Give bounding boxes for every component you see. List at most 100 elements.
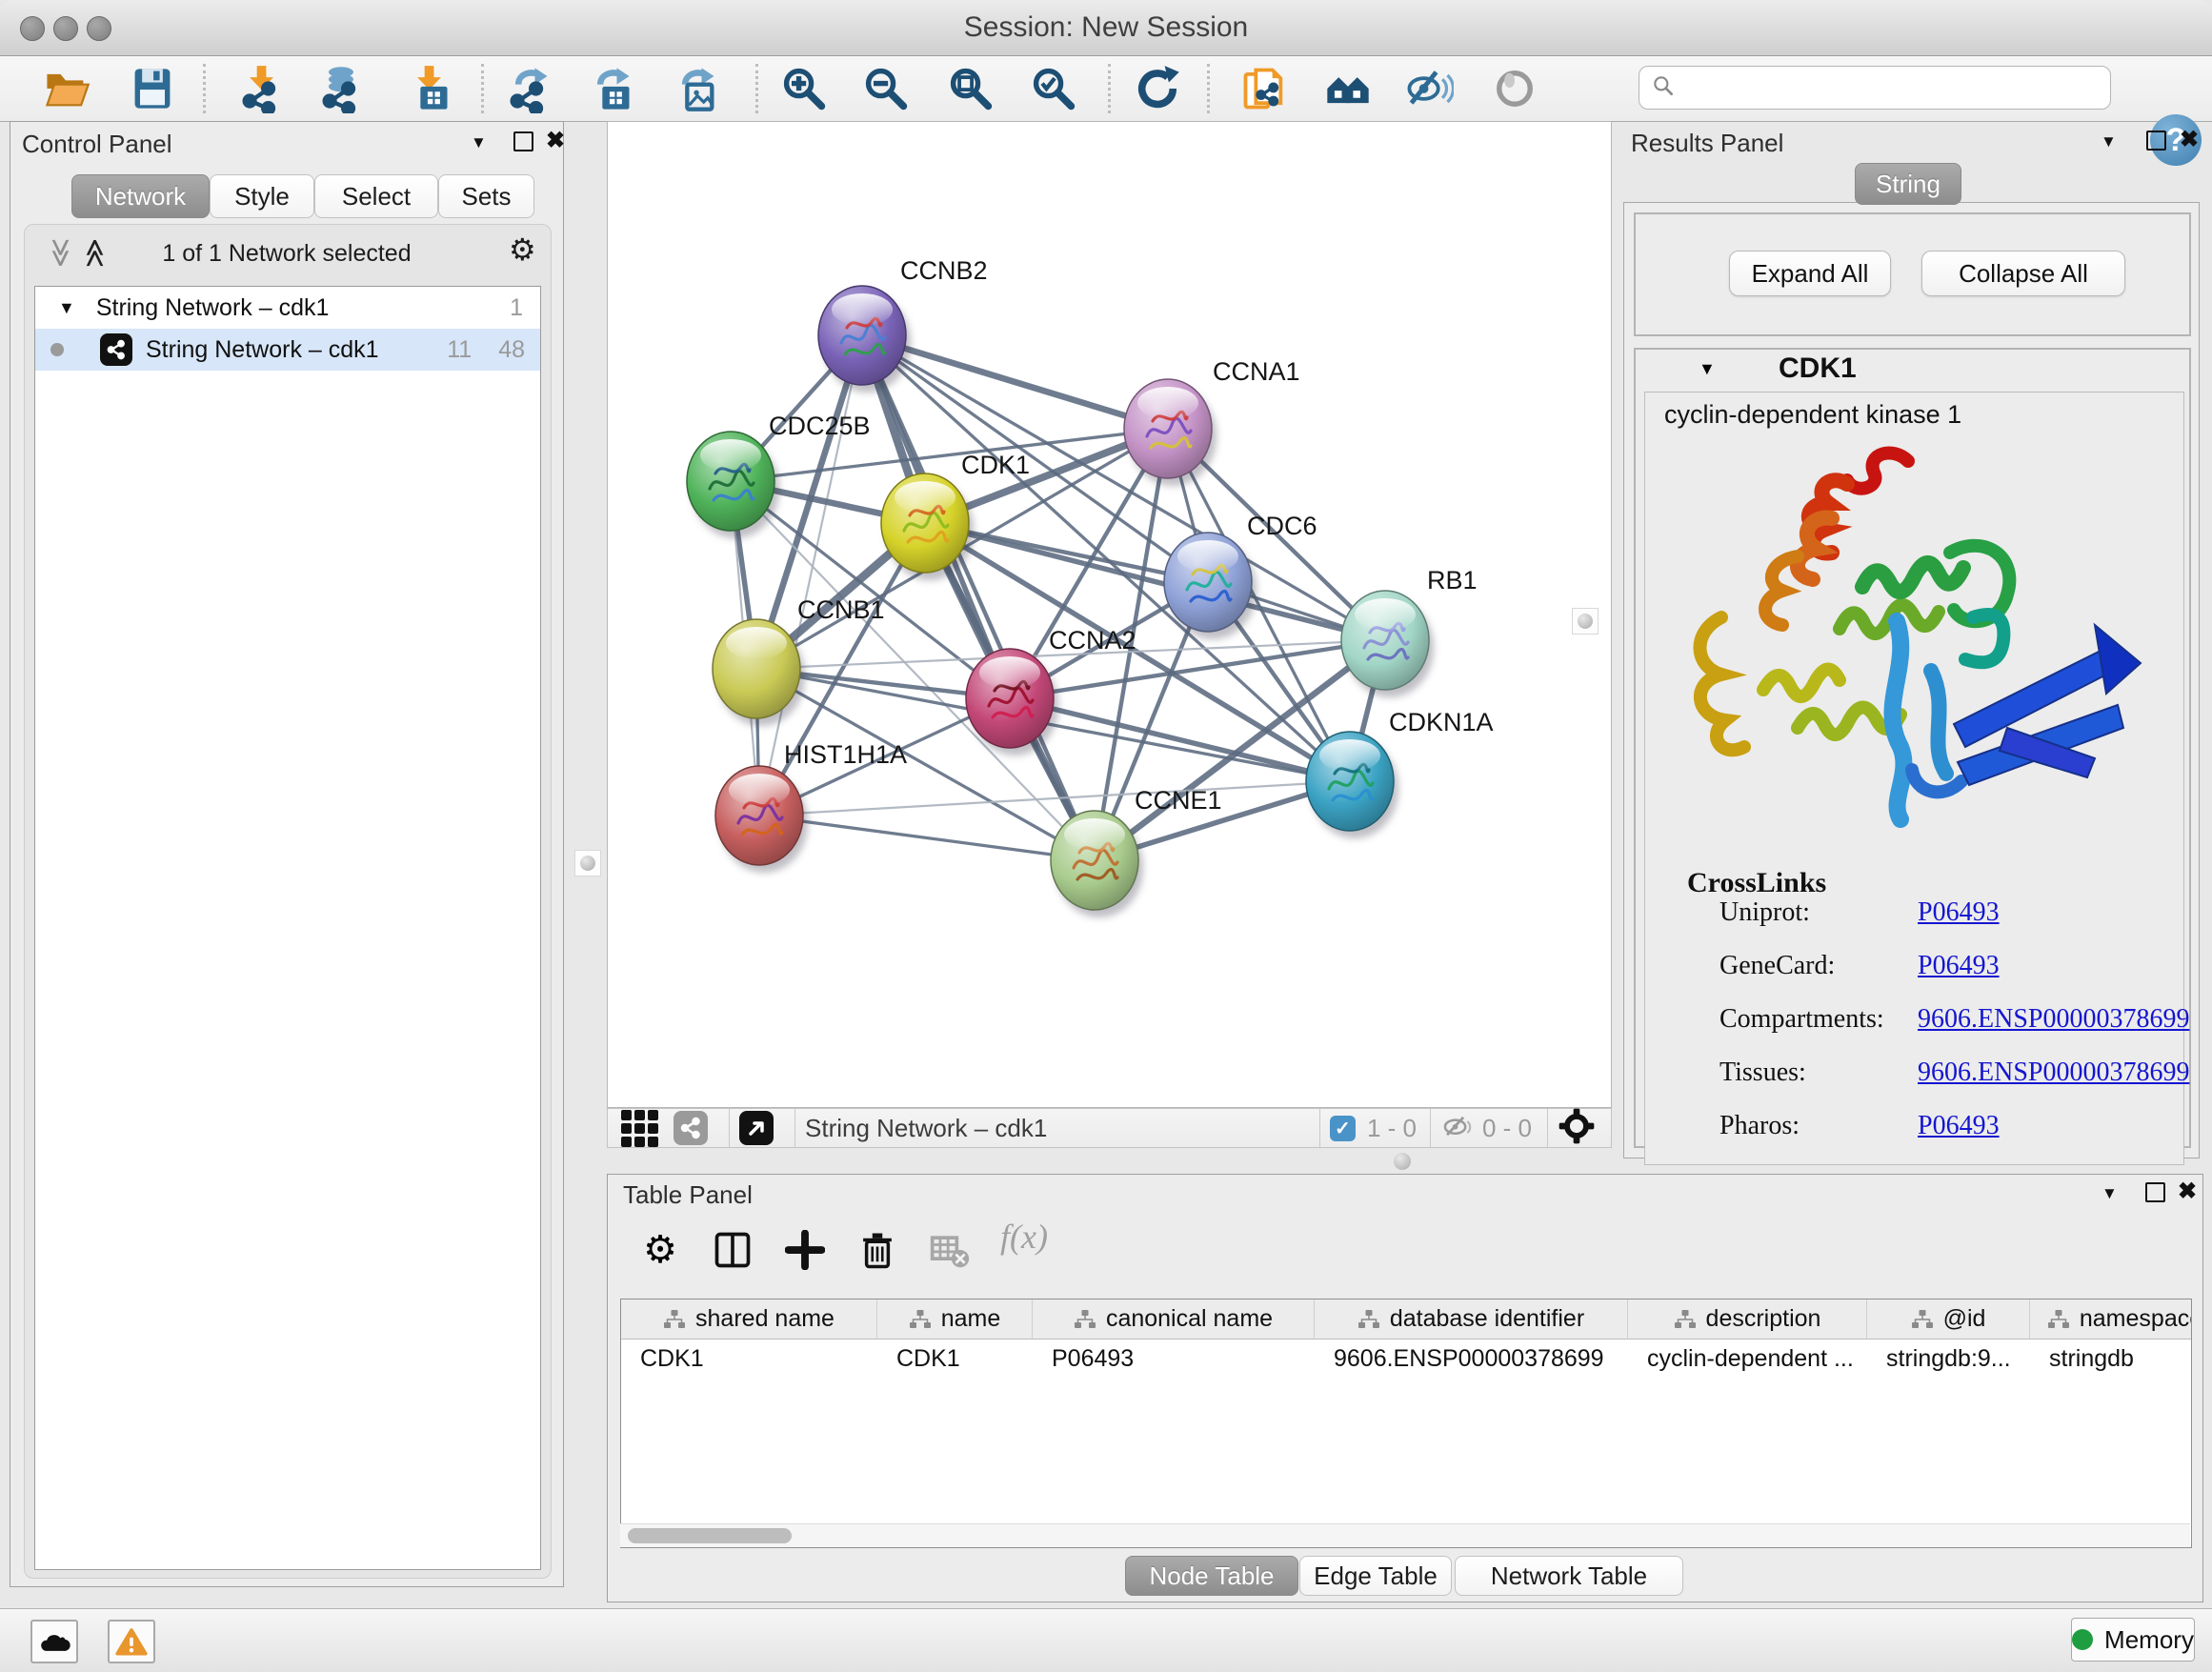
- network-view-canvas[interactable]: CCNB2CCNA1CDC25BCDK1CDC6RB1CCNB1CCNA2CDK…: [607, 121, 1612, 1108]
- cloud-status-button[interactable]: [30, 1620, 78, 1663]
- table-cell[interactable]: CDK1: [877, 1340, 1033, 1378]
- table-cell[interactable]: 9606.ENSP00000378699: [1315, 1340, 1628, 1378]
- column-header-databaseidentifier[interactable]: database identifier: [1315, 1299, 1628, 1340]
- zoom-selected-icon[interactable]: [1027, 62, 1080, 115]
- delete-table-icon[interactable]: [924, 1224, 975, 1276]
- export-network-icon[interactable]: [502, 62, 555, 115]
- crosslink-link[interactable]: 9606.ENSP00000378699: [1918, 1004, 2189, 1035]
- crosslink-link[interactable]: P06493: [1918, 897, 2000, 928]
- delete-columns-trash-icon[interactable]: [852, 1224, 903, 1276]
- tab-select[interactable]: Select: [314, 174, 438, 218]
- results-panel-title: Results Panel: [1631, 129, 1783, 158]
- refresh-icon[interactable]: [1131, 62, 1184, 115]
- network-node-RB1[interactable]: [1341, 591, 1434, 697]
- fit-content-crosshair-icon[interactable]: [1558, 1107, 1596, 1150]
- crosslink-link[interactable]: 9606.ENSP00000378699: [1918, 1058, 2189, 1088]
- table-horizontal-scrollbar[interactable]: [620, 1523, 2190, 1547]
- column-header-namespace[interactable]: namespace: [2030, 1299, 2192, 1340]
- network-edge[interactable]: [862, 335, 1095, 860]
- table-cell[interactable]: stringdb:9...: [1867, 1340, 2030, 1378]
- horizontal-splitter-handle[interactable]: [1394, 1153, 1411, 1170]
- export-image-icon[interactable]: [669, 62, 722, 115]
- float-panel-icon[interactable]: [2146, 131, 2166, 151]
- hide-graphics-icon[interactable]: [1402, 62, 1456, 115]
- zoom-out-icon[interactable]: [859, 62, 913, 115]
- network-node-CDKN1A[interactable]: [1306, 732, 1398, 838]
- node-table[interactable]: shared namenamecanonical namedatabase id…: [620, 1299, 2192, 1548]
- string-network-badge-icon[interactable]: [674, 1111, 708, 1145]
- tab-network-table[interactable]: Network Table: [1455, 1556, 1683, 1596]
- tab-sets[interactable]: Sets: [438, 174, 534, 218]
- apply-function-button[interactable]: f(x): [1000, 1217, 1048, 1257]
- create-column-plus-icon[interactable]: [779, 1224, 831, 1276]
- close-panel-icon[interactable]: ✖: [2180, 129, 2199, 151]
- column-header-name[interactable]: name: [877, 1299, 1033, 1340]
- crosslink-link[interactable]: P06493: [1918, 1111, 2000, 1141]
- tab-edge-table[interactable]: Edge Table: [1299, 1556, 1452, 1596]
- table-cell[interactable]: stringdb: [2030, 1340, 2192, 1378]
- open-folder-icon[interactable]: [40, 62, 93, 115]
- panel-menu-icon[interactable]: ▼: [471, 133, 487, 152]
- import-network-icon[interactable]: [234, 62, 288, 115]
- network-node-CCNA1[interactable]: [1124, 379, 1217, 486]
- network-edge[interactable]: [759, 816, 1095, 860]
- clone-view-icon[interactable]: [1237, 62, 1291, 115]
- home-icon[interactable]: [1321, 62, 1375, 115]
- import-database-icon[interactable]: [314, 62, 368, 115]
- table-cell[interactable]: CDK1: [621, 1340, 877, 1378]
- close-panel-icon[interactable]: ✖: [2178, 1180, 2197, 1203]
- selected-checkbox-icon[interactable]: ✓: [1330, 1116, 1356, 1141]
- expand-all-button[interactable]: Expand All: [1729, 251, 1891, 296]
- export-table-icon[interactable]: [584, 62, 637, 115]
- table-options-gear-icon[interactable]: ⚙: [634, 1224, 686, 1276]
- hidden-node-edge-counts: 0 - 0: [1482, 1114, 1532, 1143]
- search-input[interactable]: [1639, 66, 2111, 110]
- panel-menu-icon[interactable]: ▼: [2101, 1184, 2118, 1203]
- birds-eye-view-icon[interactable]: [621, 1110, 658, 1147]
- show-columns-icon[interactable]: [707, 1224, 758, 1276]
- zoom-in-icon[interactable]: [777, 62, 831, 115]
- column-header-canonicalname[interactable]: canonical name: [1033, 1299, 1315, 1340]
- collapse-gene-triangle-icon[interactable]: ▼: [1699, 359, 1716, 379]
- network-options-gear-icon[interactable]: ⚙: [509, 234, 536, 265]
- table-cell[interactable]: P06493: [1033, 1340, 1315, 1378]
- panel-menu-icon[interactable]: ▼: [2101, 132, 2117, 151]
- expand-all-networks-icon[interactable]: ≫: [78, 238, 111, 268]
- memory-button[interactable]: Memory: [2071, 1618, 2195, 1662]
- network-node-CCNE1[interactable]: [1051, 811, 1143, 917]
- zoom-fit-icon[interactable]: [944, 62, 997, 115]
- table-cell[interactable]: cyclin-dependent ...: [1628, 1340, 1867, 1378]
- hidden-eye-slash-icon[interactable]: [1440, 1112, 1473, 1145]
- warnings-button[interactable]: [108, 1620, 155, 1663]
- node-label-HIST1H1A: HIST1H1A: [784, 740, 907, 769]
- network-row[interactable]: String Network – cdk1 11 48: [35, 329, 540, 371]
- network-node-CDC25B[interactable]: [687, 432, 779, 538]
- scrollbar-thumb[interactable]: [628, 1528, 792, 1543]
- tab-network[interactable]: Network: [71, 174, 210, 218]
- collapse-all-networks-icon[interactable]: ≫: [44, 238, 77, 268]
- collapse-triangle-icon[interactable]: ▼: [58, 298, 75, 318]
- column-header-sharedname[interactable]: shared name: [621, 1299, 877, 1340]
- float-panel-icon[interactable]: [513, 131, 533, 151]
- tab-style[interactable]: Style: [210, 174, 314, 218]
- network-node-HIST1H1A[interactable]: [715, 766, 808, 873]
- network-edge[interactable]: [925, 523, 1385, 640]
- crosslink-link[interactable]: P06493: [1918, 951, 2000, 981]
- network-node-CDK1[interactable]: [881, 473, 974, 580]
- close-panel-icon[interactable]: ✖: [546, 130, 565, 152]
- search-input-field[interactable]: [1683, 73, 2110, 103]
- network-collection-row[interactable]: ▼ String Network – cdk1 1: [35, 287, 540, 329]
- collapse-all-button[interactable]: Collapse All: [1921, 251, 2125, 296]
- right-splitter-handle[interactable]: [1572, 608, 1599, 635]
- left-splitter-handle[interactable]: [574, 850, 601, 876]
- float-panel-icon[interactable]: [2145, 1182, 2165, 1202]
- tab-node-table[interactable]: Node Table: [1125, 1556, 1298, 1596]
- open-in-window-icon[interactable]: [739, 1111, 774, 1145]
- network-node-CCNB2[interactable]: [818, 286, 911, 393]
- import-table-icon[interactable]: [402, 62, 455, 115]
- column-header-description[interactable]: description: [1628, 1299, 1867, 1340]
- eye-icon[interactable]: [1488, 62, 1541, 115]
- save-icon[interactable]: [126, 62, 179, 115]
- column-header-id[interactable]: @id: [1867, 1299, 2030, 1340]
- tab-string[interactable]: String: [1855, 163, 1961, 205]
